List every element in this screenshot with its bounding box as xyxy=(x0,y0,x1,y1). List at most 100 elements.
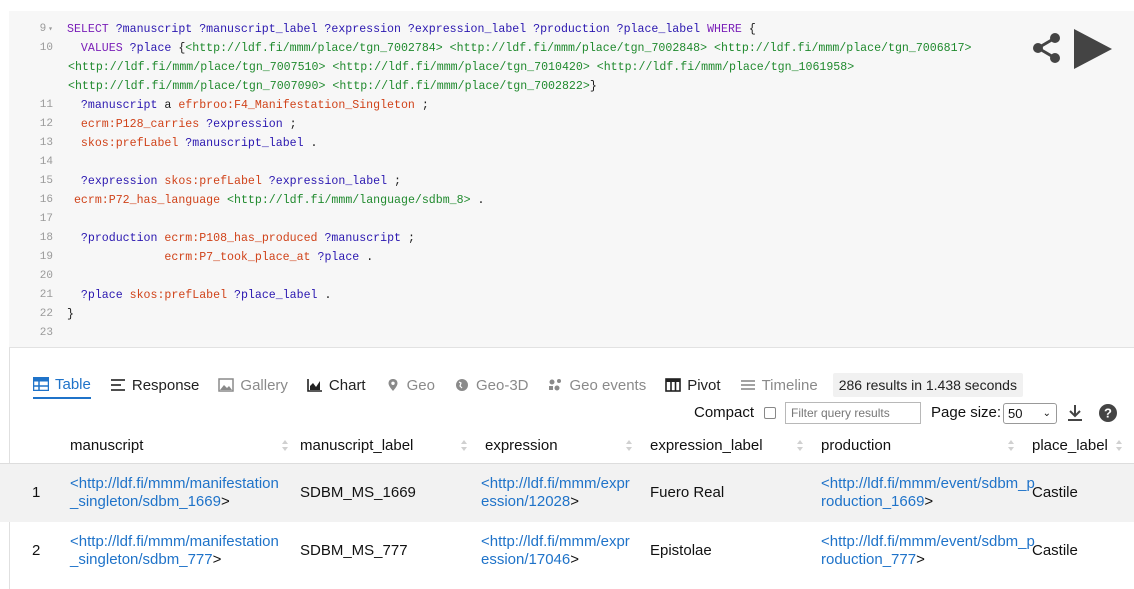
code-line[interactable]: 9 ▾ SELECT ?manuscript ?manuscript_label ?… xyxy=(9,20,1134,39)
tab-chart[interactable]: Chart xyxy=(307,371,366,399)
tab-pivot[interactable]: Pivot xyxy=(665,371,721,399)
code-line[interactable]: 21 ?place skos:prefLabel ?place_label . xyxy=(9,286,1134,305)
sort-icon[interactable] xyxy=(461,440,468,452)
code-token: ecrm:P7_took_place_at xyxy=(164,251,311,264)
image-icon xyxy=(218,378,235,392)
uri-bracket: < xyxy=(481,475,490,492)
production-link[interactable]: <http://ldf.fi/mmm/event/sdbm_production… xyxy=(821,475,1036,511)
uri-bracket: > xyxy=(570,493,580,510)
code-token: ?place xyxy=(317,251,360,264)
expression-link[interactable]: <http://ldf.fi/mmm/expression/12028> xyxy=(481,475,631,511)
column-header-place-label[interactable]: place_label xyxy=(1032,428,1108,464)
code-line[interactable]: 10 VALUES ?place {<http://ldf.fi/mmm/pla… xyxy=(9,39,1134,58)
code-line[interactable]: <http://ldf.fi/mmm/place/tgn_7007510> <h… xyxy=(9,58,1134,77)
code-token: ; xyxy=(282,118,297,131)
code-token: ?expression xyxy=(80,175,158,188)
code-token: VALUES xyxy=(67,42,130,55)
code-token: ecrm:P108_has_produced xyxy=(164,232,318,245)
code-token: { xyxy=(171,42,186,55)
help-icon[interactable]: ? xyxy=(1099,404,1117,422)
code-line[interactable]: 11 ?manuscript a efrbroo:F4_Manifestatio… xyxy=(9,96,1134,115)
code-line[interactable]: <http://ldf.fi/mmm/place/tgn_7007090> <h… xyxy=(9,77,1134,96)
compact-checkbox[interactable] xyxy=(764,407,776,419)
tab-table[interactable]: Table xyxy=(33,371,91,399)
code-line[interactable]: 22} xyxy=(9,305,1134,324)
column-header-expression-label[interactable]: expression_label xyxy=(650,428,763,464)
sort-icon[interactable] xyxy=(797,440,804,452)
tab-timeline[interactable]: Timeline xyxy=(740,371,818,399)
line-number: 23 xyxy=(39,327,53,339)
tab-geoevents[interactable]: Geo events xyxy=(548,371,646,399)
column-header-manuscript-label[interactable]: manuscript_label xyxy=(300,428,413,464)
code-token: ?place_label xyxy=(234,289,318,302)
line-number: 10 xyxy=(39,42,53,54)
query-editor[interactable]: 9 ▾ SELECT ?manuscript ?manuscript_label ?… xyxy=(9,11,1134,348)
manuscript-link[interactable]: <http://ldf.fi/mmm/manifestation_singlet… xyxy=(70,475,285,511)
code-text: ecrm:P128_carries ?expression ; xyxy=(67,115,297,134)
table-row: 2 <http://ldf.fi/mmm/manifestation_single… xyxy=(0,522,1134,580)
manuscript-label-cell: SDBM_MS_777 xyxy=(300,542,408,559)
tab-geo3d[interactable]: Geo-3D xyxy=(454,371,529,399)
code-line[interactable]: 15 ?expression skos:prefLabel ?expressio… xyxy=(9,172,1134,191)
table-controls: Compact Page size: 50 ⌄ ? xyxy=(0,402,1134,424)
uri-bracket: > xyxy=(220,493,230,510)
page-size-select[interactable]: 50 ⌄ xyxy=(1003,403,1057,424)
column-header-expression[interactable]: expression xyxy=(485,428,558,464)
line-number: 15 xyxy=(39,175,53,187)
sort-icon[interactable] xyxy=(1116,440,1123,452)
run-query-icon[interactable] xyxy=(1070,27,1114,71)
uri-text: http://ldf.fi/mmm/expression/17046 xyxy=(481,533,630,568)
code-token: ?manuscript_label xyxy=(185,137,304,150)
code-token: ?manuscript ?manuscript_label ?expressio… xyxy=(115,23,708,36)
globe-icon xyxy=(454,378,470,392)
tab-geo[interactable]: Geo xyxy=(385,371,435,399)
sort-icon[interactable] xyxy=(1008,440,1015,452)
code-line[interactable]: 12 ecrm:P128_carries ?expression ; xyxy=(9,115,1134,134)
code-line[interactable]: 18 ?production ecrm:P108_has_produced ?m… xyxy=(9,229,1134,248)
column-header-manuscript[interactable]: manuscript xyxy=(70,428,143,464)
code-token: } xyxy=(67,308,74,321)
row-number: 2 xyxy=(32,542,41,559)
code-line[interactable]: 17 xyxy=(9,210,1134,229)
table-body: 1 <http://ldf.fi/mmm/manifestation_single… xyxy=(0,464,1134,580)
code-token: WHERE xyxy=(707,23,742,36)
download-icon[interactable] xyxy=(1067,404,1083,422)
sort-icon[interactable] xyxy=(282,440,289,452)
code-lines[interactable]: 9 ▾ SELECT ?manuscript ?manuscript_label ?… xyxy=(9,20,1134,343)
fold-arrow-icon[interactable]: ▾ xyxy=(48,25,53,34)
manuscript-link[interactable]: <http://ldf.fi/mmm/manifestation_singlet… xyxy=(70,533,285,569)
code-line[interactable]: 13 skos:prefLabel ?manuscript_label . xyxy=(9,134,1134,153)
code-token: ?expression xyxy=(206,118,283,131)
place-label-cell: Castile xyxy=(1032,542,1078,559)
code-token: SELECT xyxy=(67,23,116,36)
code-text: ecrm:P7_took_place_at ?place . xyxy=(67,248,373,267)
table-header: manuscript manuscript_label expression expr… xyxy=(0,428,1134,464)
code-token: . xyxy=(470,194,485,207)
column-header-production[interactable]: production xyxy=(821,428,891,464)
code-line[interactable]: 16 ecrm:P72_has_language <http://ldf.fi/… xyxy=(9,191,1134,210)
code-line[interactable]: 20 xyxy=(9,267,1134,286)
code-token: <http://ldf.fi/mmm/place/tgn_7002784> <h… xyxy=(185,42,972,55)
tab-response[interactable]: Response xyxy=(110,371,199,399)
filter-input[interactable] xyxy=(785,402,921,424)
code-line[interactable]: 23 xyxy=(9,324,1134,343)
production-link[interactable]: <http://ldf.fi/mmm/event/sdbm_production… xyxy=(821,533,1036,569)
uri-bracket: > xyxy=(570,551,580,568)
line-number: 19 xyxy=(39,251,53,263)
line-number: 18 xyxy=(39,232,53,244)
code-token: <http://ldf.fi/mmm/place/tgn_7007090> <h… xyxy=(68,80,590,93)
code-line[interactable]: 19 ecrm:P7_took_place_at ?place . xyxy=(9,248,1134,267)
code-line[interactable]: 14 xyxy=(9,153,1134,172)
sort-icon[interactable] xyxy=(626,440,633,452)
manuscript-label-cell: SDBM_MS_1669 xyxy=(300,484,416,501)
uri-bracket: < xyxy=(70,533,79,550)
tab-gallery[interactable]: Gallery xyxy=(218,371,288,399)
line-number: 13 xyxy=(39,137,53,149)
expression-link[interactable]: <http://ldf.fi/mmm/expression/17046> xyxy=(481,533,631,569)
code-token: . xyxy=(317,289,332,302)
share-icon[interactable] xyxy=(1030,31,1064,65)
